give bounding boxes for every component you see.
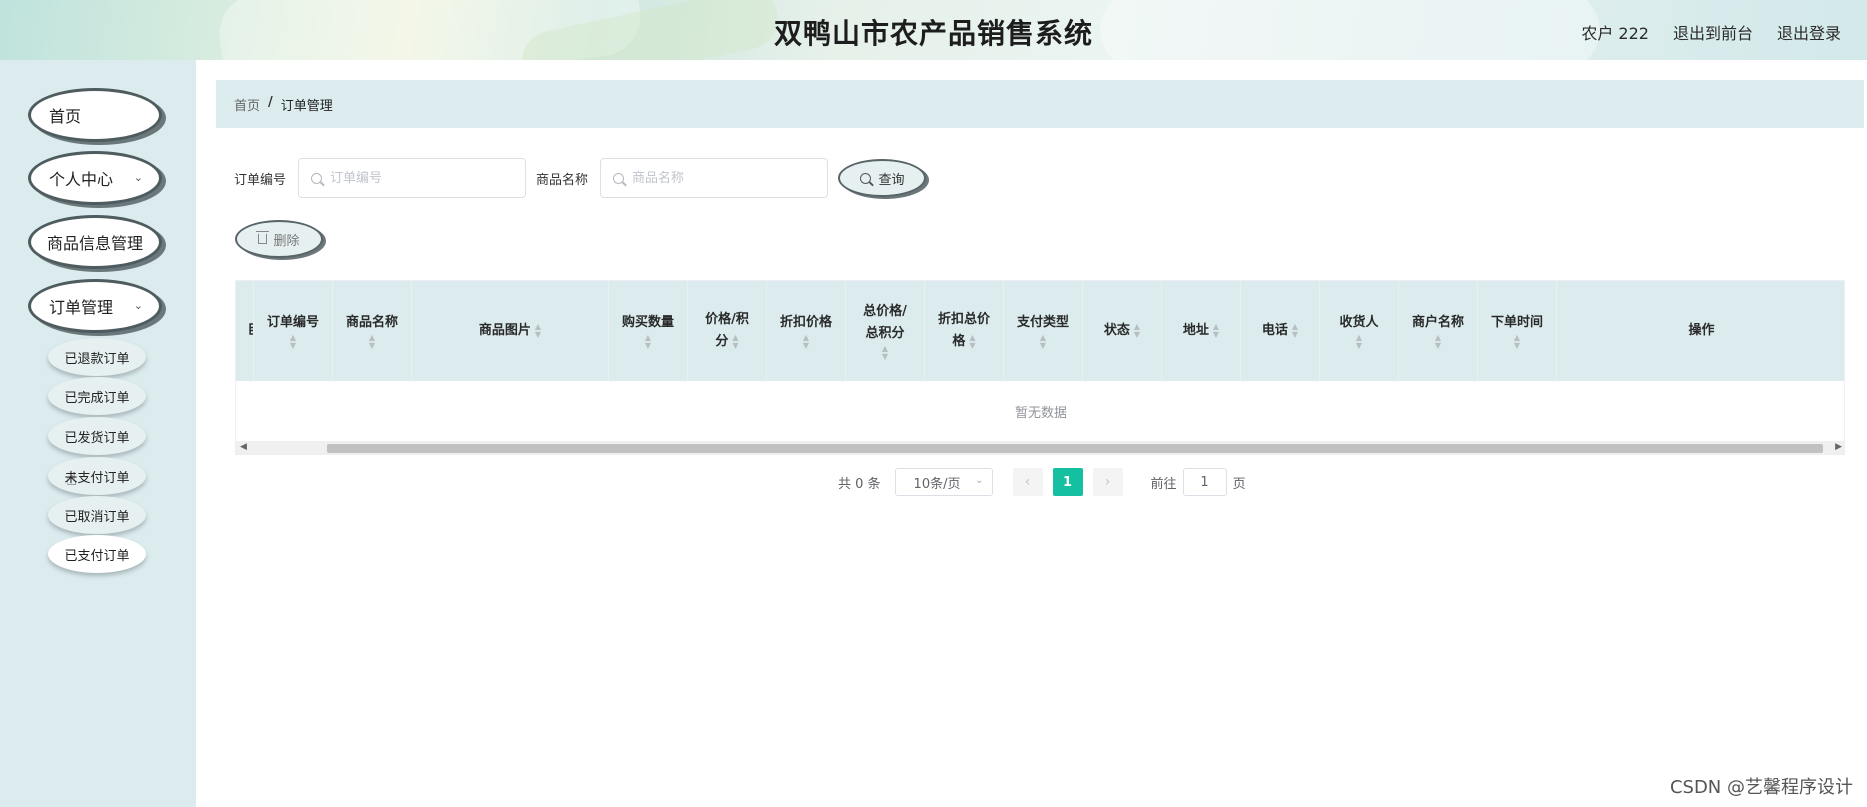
product-name-field[interactable] — [600, 158, 829, 198]
breadcrumb-separator: / — [268, 95, 273, 110]
sort-icon[interactable]: ▲ ▼ — [645, 334, 651, 350]
exit-to-front-link[interactable]: 退出到前台 — [1673, 20, 1753, 44]
column-header-status[interactable]: 状态 ▲ ▼ — [1083, 281, 1162, 381]
scrollbar-thumb[interactable] — [327, 444, 1823, 453]
column-header-receiver[interactable]: 收货人 ▲ ▼ — [1320, 281, 1399, 381]
page-number-current[interactable]: 1 — [1052, 468, 1083, 496]
sort-icon[interactable]: ▲ ▼ — [969, 334, 975, 350]
column-header-product-name[interactable]: 商品名称 ▲ ▼ — [333, 281, 412, 381]
breadcrumb-home[interactable]: 首页 — [234, 95, 260, 114]
sidebar-subitem-refunded[interactable]: 已退款订单 — [48, 338, 146, 376]
column-header-quantity[interactable]: 购买数量 ▲ ▼ — [609, 281, 688, 381]
order-no-label: 订单编号 — [234, 172, 287, 188]
page-size-select[interactable]: 10条/页 ⌄ — [894, 468, 993, 496]
column-header-price[interactable]: 价格/积 分 ▲ ▼ — [688, 281, 767, 381]
order-no-input[interactable] — [330, 170, 511, 186]
goto-page-input[interactable]: 1 — [1182, 468, 1227, 496]
sidebar-item-label: 商品信息管理 — [47, 234, 144, 253]
sidebar-item-label: 订单管理 — [49, 298, 114, 317]
pagination-total: 共 0 条 — [838, 476, 881, 492]
sort-icon[interactable]: ▲ ▼ — [1435, 334, 1441, 350]
table-header: 臣 订单编号 ▲▼ 商品名称 ▲▼ 商品图片 ▲▼ 购买数量 ▲▼ 价格/积 分… — [236, 281, 1844, 381]
search-icon — [311, 172, 323, 184]
chevron-down-icon: ⌄ — [133, 171, 143, 184]
sort-icon[interactable]: ▲ ▼ — [1213, 323, 1219, 339]
sort-icon[interactable]: ▲ ▼ — [1356, 334, 1362, 350]
goto-label: 前往 — [1150, 476, 1177, 492]
sort-icon[interactable]: ▲ ▼ — [1040, 334, 1046, 350]
orders-table: 臣 订单编号 ▲▼ 商品名称 ▲▼ 商品图片 ▲▼ 购买数量 ▲▼ 价格/积 分… — [235, 280, 1845, 455]
watermark: CSDN @艺馨程序设计 — [1669, 777, 1853, 798]
product-name-input[interactable] — [632, 170, 813, 186]
sort-icon[interactable]: ▲ ▼ — [369, 334, 375, 350]
header: 双鸭山市农产品销售系统 农户 222 退出到前台 退出登录 — [0, 0, 1867, 60]
sidebar-subitem-paid[interactable]: 已支付订单 — [48, 535, 146, 573]
page-size-value: 10条/页 — [913, 476, 961, 492]
sort-icon[interactable]: ▲ ▼ — [290, 334, 296, 350]
column-header-discount-price[interactable]: 折扣价格 ▲ ▼ — [767, 281, 846, 381]
column-header-order-no[interactable]: 订单编号 ▲ ▼ — [254, 281, 333, 381]
sort-icon[interactable]: ▲ ▼ — [1514, 334, 1520, 350]
prev-page-button[interactable]: ‹ — [1012, 468, 1043, 496]
scroll-right-icon[interactable]: ▶ — [1835, 442, 1842, 452]
sidebar-item-label: 首页 — [49, 107, 82, 126]
current-user: 农户 222 — [1581, 24, 1649, 43]
sidebar-subitem-cancelled[interactable]: 已取消订单 — [48, 496, 146, 534]
breadcrumb-bar: 首页 / 订单管理 — [216, 80, 1864, 128]
order-no-field[interactable] — [298, 158, 527, 198]
logout-link[interactable]: 退出登录 — [1777, 20, 1841, 44]
delete-button[interactable]: 删除 — [235, 220, 323, 258]
sidebar-subitem-label: 已取消订单 — [64, 509, 130, 525]
column-header-actions: 操作 — [1688, 323, 1715, 338]
sort-icon[interactable]: ▲ ▼ — [803, 334, 809, 350]
sort-icon[interactable]: ▲ ▼ — [1292, 323, 1298, 339]
chevron-down-icon: ⌄ — [975, 475, 984, 486]
chevron-down-icon: ⌄ — [133, 299, 143, 312]
page-unit-label: 页 — [1232, 476, 1246, 492]
sidebar-item-product-info[interactable]: 商品信息管理 — [28, 215, 162, 269]
search-form: 订单编号 商品名称 查询 — [234, 158, 927, 198]
search-icon — [859, 172, 871, 184]
product-name-label: 商品名称 — [536, 172, 589, 188]
sidebar-subitem-label: 已退款订单 — [64, 351, 130, 367]
sort-icon[interactable]: ▲ ▼ — [732, 334, 738, 350]
sidebar-item-home[interactable]: 首页 — [28, 88, 162, 142]
sidebar-item-orders[interactable]: 订单管理 ⌄ — [28, 279, 162, 333]
mouse-pointer-icon: ☝ — [66, 469, 77, 490]
column-header-cut: 臣 — [236, 281, 254, 381]
query-button[interactable]: 查询 — [838, 159, 927, 197]
column-header-address[interactable]: 地址 ▲ ▼ — [1162, 281, 1241, 381]
search-icon — [613, 172, 625, 184]
horizontal-scrollbar[interactable]: ◀ ▶ — [236, 441, 1844, 454]
sidebar-item-label: 个人中心 — [49, 170, 114, 189]
table-empty-text: 暂无数据 — [1014, 405, 1067, 421]
column-header-order-time[interactable]: 下单时间 ▲ ▼ — [1478, 281, 1557, 381]
column-header-pay-type[interactable]: 支付类型 ▲ ▼ — [1004, 281, 1083, 381]
sidebar-subitem-unpaid[interactable]: 未支付订单 — [48, 457, 146, 495]
trash-icon — [256, 231, 270, 244]
sidebar-subitem-label: 已完成订单 — [64, 390, 130, 406]
scroll-left-icon[interactable]: ◀ — [240, 442, 247, 452]
column-header-product-image[interactable]: 商品图片 ▲ ▼ — [412, 281, 609, 381]
sidebar-subitem-label: 已发货订单 — [64, 430, 130, 446]
sidebar-subitem-label: 已支付订单 — [64, 548, 130, 564]
query-button-label: 查询 — [878, 172, 905, 188]
column-header-discount-total[interactable]: 折扣总价 格 ▲ ▼ — [925, 281, 1004, 381]
sidebar-subitem-shipped[interactable]: 已发货订单 — [48, 417, 146, 455]
sort-icon[interactable]: ▲ ▼ — [882, 345, 888, 361]
sort-icon[interactable]: ▲ ▼ — [1134, 323, 1140, 339]
header-user-menu: 农户 222 退出到前台 退出登录 — [1581, 20, 1841, 44]
column-header-merchant[interactable]: 商户名称 ▲ ▼ — [1399, 281, 1478, 381]
sidebar-item-profile[interactable]: 个人中心 ⌄ — [28, 151, 162, 205]
pagination: 共 0 条 10条/页 ⌄ ‹ 1 › 前往 1 页 — [838, 467, 1246, 497]
sidebar-subitem-completed[interactable]: 已完成订单 — [48, 377, 146, 415]
column-header-phone[interactable]: 电话 ▲ ▼ — [1241, 281, 1320, 381]
sort-icon[interactable]: ▲ ▼ — [535, 323, 541, 339]
breadcrumb-current: 订单管理 — [280, 99, 333, 114]
breadcrumb: 首页 / 订单管理 — [234, 95, 333, 114]
delete-button-label: 删除 — [273, 233, 300, 249]
column-header-total-price[interactable]: 总价格/ 总积分 ▲ ▼ — [846, 281, 925, 381]
next-page-button[interactable]: › — [1092, 468, 1123, 496]
